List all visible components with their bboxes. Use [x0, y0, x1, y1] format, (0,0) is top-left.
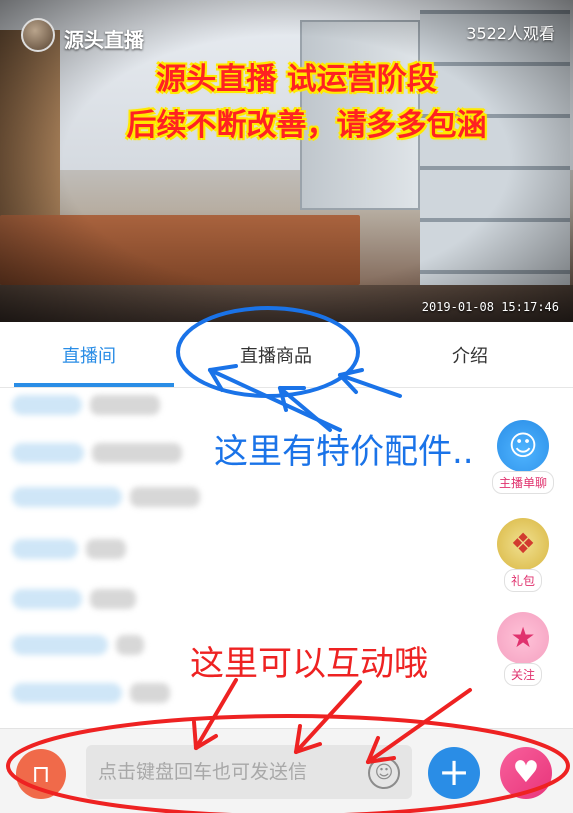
- chat-message: [12, 682, 170, 706]
- chat-input[interactable]: [86, 745, 412, 799]
- follow-label: 关注: [503, 663, 542, 686]
- chat-username: [12, 588, 82, 609]
- private-chat-label: 主播单聊: [491, 471, 554, 494]
- chat-message: [12, 634, 144, 658]
- annotation-interact-here: 这里可以互动哦: [190, 644, 428, 684]
- star-icon: ★: [497, 612, 549, 664]
- tab-live-room[interactable]: 直播间: [62, 342, 116, 368]
- chat-username: [12, 394, 82, 415]
- chat-message: [12, 486, 200, 510]
- chat-text: [92, 442, 182, 463]
- chat-message: [12, 394, 160, 418]
- heart-icon: ♥: [512, 755, 540, 790]
- tab-bar: 直播间 直播商品 介绍: [0, 322, 573, 388]
- shopping-bag-icon: ⊓: [31, 760, 51, 788]
- overlay-banner-line1: 源头直播 试运营阶段: [156, 62, 437, 97]
- chat-text: [130, 682, 170, 703]
- chat-username: [12, 682, 122, 703]
- chat-username: [12, 634, 108, 655]
- chat-text: [86, 538, 126, 559]
- chat-text: [90, 394, 160, 415]
- gift-button[interactable]: ❖ 礼包: [488, 518, 558, 592]
- live-video[interactable]: 源头直播 3522人观看 源头直播 试运营阶段 后续不断改善，请多多包涵 201…: [0, 0, 573, 322]
- tab-live-goods[interactable]: 直播商品: [240, 342, 312, 368]
- active-tab-indicator: [14, 383, 174, 387]
- viewer-count: 3522人观看: [466, 24, 555, 43]
- anchor-avatar[interactable]: [21, 18, 55, 52]
- like-button[interactable]: ♥: [500, 747, 552, 799]
- chat-message: [12, 442, 182, 466]
- chat-message: [12, 538, 126, 562]
- chat-message: [12, 588, 136, 612]
- chat-bubble-icon: ☺: [497, 420, 549, 472]
- tab-intro[interactable]: 介绍: [452, 342, 488, 368]
- bottom-bar: ⊓ ☺ + ♥: [0, 728, 573, 813]
- chat-text: [116, 634, 144, 655]
- plus-icon: +: [438, 750, 470, 794]
- chat-text: [130, 486, 200, 507]
- annotation-special-parts: 这里有特价配件..: [214, 432, 474, 472]
- chat-username: [12, 442, 84, 463]
- chat-username: [12, 538, 78, 559]
- private-chat-button[interactable]: ☺ 主播单聊: [488, 420, 558, 494]
- video-timestamp: 2019-01-08 15:17:46: [421, 300, 559, 314]
- emoji-icon[interactable]: ☺: [368, 757, 400, 789]
- anchor-name: 源头直播: [64, 28, 144, 52]
- chat-text: [90, 588, 136, 609]
- follow-button[interactable]: ★ 关注: [488, 612, 558, 686]
- shopping-bag-button[interactable]: ⊓: [16, 749, 66, 799]
- gift-icon: ❖: [497, 518, 549, 570]
- plus-button[interactable]: +: [428, 747, 480, 799]
- gift-label: 礼包: [503, 569, 542, 592]
- overlay-banner-line2: 后续不断改善，请多多包涵: [126, 108, 487, 143]
- chat-username: [12, 486, 122, 507]
